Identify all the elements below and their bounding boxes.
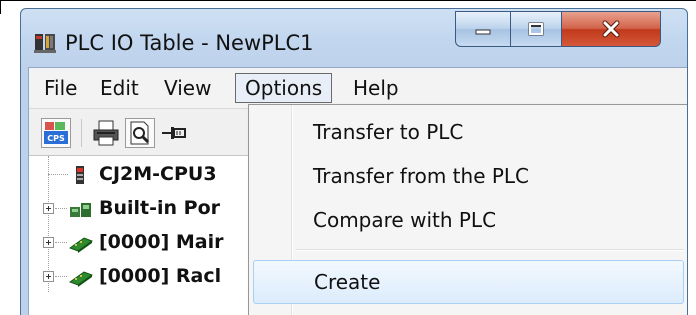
window-title: PLC IO Table - NewPLC1 bbox=[65, 31, 314, 55]
pin-button[interactable] bbox=[159, 118, 189, 148]
menu-bar: File Edit View Options Help bbox=[29, 68, 687, 109]
tree-node-label: CJ2M-CPU3 bbox=[99, 163, 217, 185]
tree-node-main-rack[interactable]: [0000] Mair bbox=[29, 226, 249, 260]
tree-connector bbox=[55, 276, 67, 277]
tree-connector bbox=[48, 174, 68, 175]
io-tree: CJ2M-CPU3 Built-in Por [0000] Mair [0000… bbox=[29, 155, 249, 315]
tree-node-label: Built-in Por bbox=[99, 197, 221, 219]
menu-item-label: Transfer to PLC bbox=[313, 120, 464, 144]
cps-button[interactable]: CPS bbox=[41, 118, 71, 148]
tree-node-rack[interactable]: [0000] Racl bbox=[29, 260, 249, 294]
close-button[interactable] bbox=[561, 11, 661, 47]
tree-node-label: [0000] Mair bbox=[99, 231, 224, 253]
pin-icon bbox=[162, 127, 186, 139]
print-preview-button[interactable] bbox=[125, 118, 155, 148]
menu-item-label: Create bbox=[314, 270, 381, 294]
rack-icon bbox=[69, 271, 93, 287]
menu-edit[interactable]: Edit bbox=[91, 73, 148, 103]
menu-item-transfer-from-plc[interactable]: Transfer from the PLC bbox=[253, 154, 684, 198]
menu-file[interactable]: File bbox=[35, 73, 86, 103]
maximize-button[interactable] bbox=[510, 11, 562, 47]
menu-item-label: Compare with PLC bbox=[313, 208, 497, 232]
expand-icon[interactable] bbox=[43, 237, 54, 248]
tree-node-cpu[interactable]: CJ2M-CPU3 bbox=[29, 158, 249, 192]
minimize-icon bbox=[475, 29, 491, 35]
menu-separator bbox=[296, 249, 684, 251]
expand-icon[interactable] bbox=[43, 203, 54, 214]
rack-icon bbox=[69, 237, 93, 253]
plc-io-table-window: PLC IO Table - NewPLC1 File Edit View Op… bbox=[20, 8, 688, 315]
menu-item-create[interactable]: Create bbox=[253, 260, 684, 304]
cps-icon: CPS bbox=[44, 122, 68, 144]
crop-line bbox=[0, 0, 696, 1]
tree-connector bbox=[55, 208, 67, 209]
tree-connector bbox=[55, 242, 67, 243]
tree-node-label: [0000] Racl bbox=[99, 265, 222, 287]
expand-icon[interactable] bbox=[43, 271, 54, 282]
close-icon bbox=[602, 20, 620, 38]
toolbar-separator bbox=[81, 119, 82, 147]
menu-help[interactable]: Help bbox=[344, 73, 408, 103]
print-preview-icon bbox=[130, 121, 150, 145]
built-in-port-icon bbox=[70, 203, 91, 217]
title-bar[interactable]: PLC IO Table - NewPLC1 bbox=[21, 9, 687, 67]
menu-item-label: Transfer from the PLC bbox=[313, 164, 530, 188]
options-dropdown-menu: Transfer to PLC Transfer from the PLC Co… bbox=[248, 104, 687, 315]
menu-view[interactable]: View bbox=[155, 73, 220, 103]
svg-text:CPS: CPS bbox=[47, 134, 65, 143]
print-button[interactable] bbox=[91, 118, 121, 148]
maximize-icon bbox=[528, 22, 544, 36]
crop-corner bbox=[0, 0, 11, 14]
tree-node-built-in-port[interactable]: Built-in Por bbox=[29, 192, 249, 226]
menu-item-compare-with-plc[interactable]: Compare with PLC bbox=[253, 198, 684, 242]
cpu-unit-icon bbox=[76, 166, 84, 184]
menu-item-transfer-to-plc[interactable]: Transfer to PLC bbox=[253, 110, 684, 154]
plc-io-table-app-icon bbox=[34, 34, 56, 53]
menu-options[interactable]: Options bbox=[235, 73, 333, 103]
print-icon bbox=[93, 120, 119, 146]
minimize-button[interactable] bbox=[455, 11, 511, 47]
